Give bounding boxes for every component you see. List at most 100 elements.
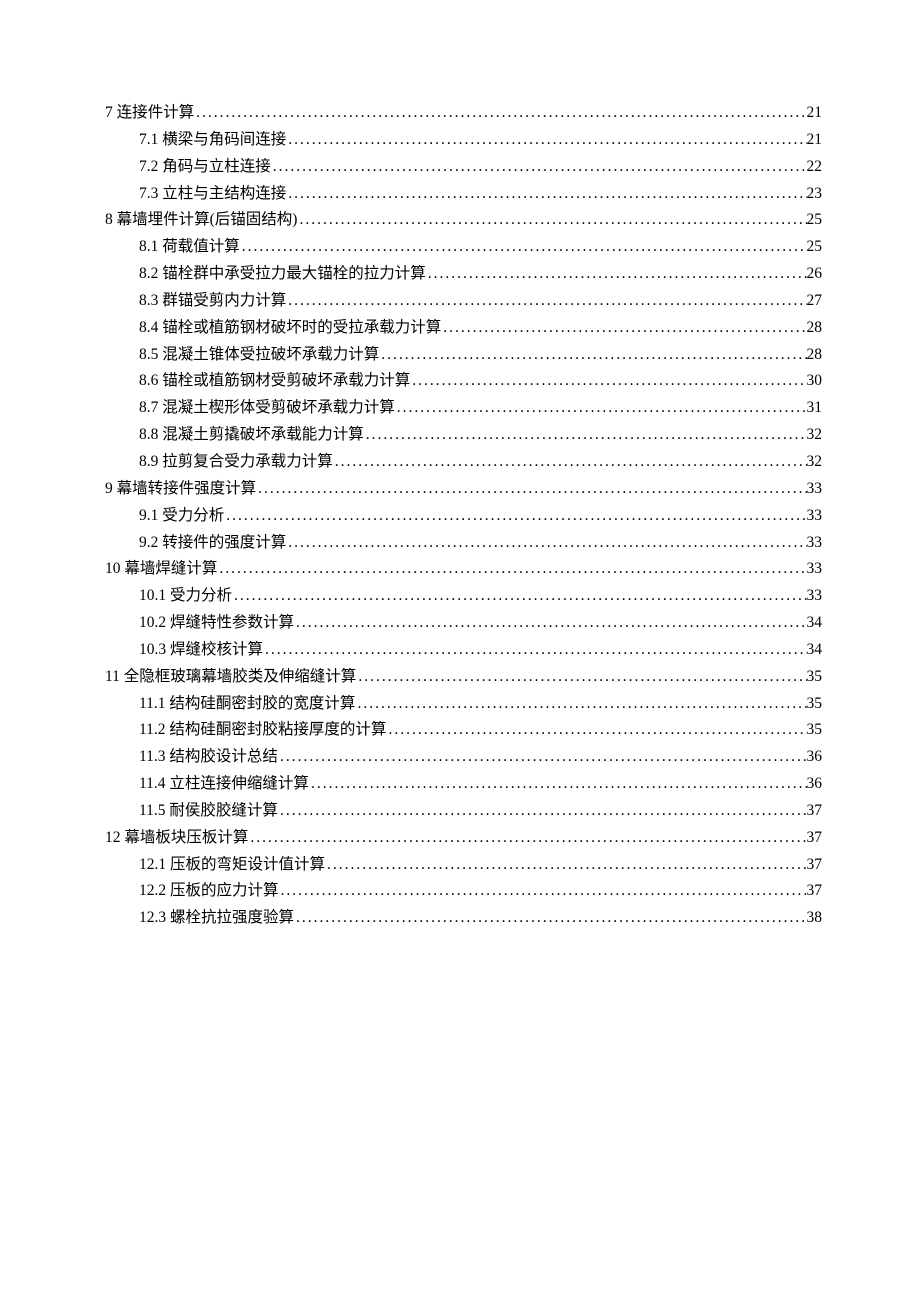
toc-dot-leader bbox=[286, 530, 806, 556]
toc-entry[interactable]: 8.7 混凝土楔形体受剪破坏承载力计算31 bbox=[105, 395, 822, 421]
toc-entry-label: 12 幕墙板块压板计算 bbox=[105, 825, 248, 851]
toc-entry[interactable]: 7.3 立柱与主结构连接23 bbox=[105, 181, 822, 207]
toc-entry[interactable]: 10 幕墙焊缝计算 33 bbox=[105, 556, 822, 582]
toc-entry-page: 32 bbox=[807, 422, 823, 448]
toc-entry-page: 26 bbox=[807, 261, 823, 287]
toc-entry-label: 8.9 拉剪复合受力承载力计算 bbox=[139, 449, 333, 475]
toc-entry[interactable]: 11.3 结构胶设计总结 36 bbox=[105, 744, 822, 770]
toc-entry-page: 37 bbox=[807, 878, 823, 904]
toc-entry[interactable]: 7 连接件计算21 bbox=[105, 100, 822, 126]
toc-entry-page: 23 bbox=[807, 181, 823, 207]
toc-dot-leader bbox=[294, 905, 806, 931]
toc-entry-label: 10.3 焊缝校核计算 bbox=[139, 637, 263, 663]
toc-entry[interactable]: 11 全隐框玻璃幕墙胶类及伸缩缝计算35 bbox=[105, 664, 822, 690]
table-of-contents: 7 连接件计算217.1 横梁与角码间连接217.2 角码与立柱连接227.3 … bbox=[105, 100, 822, 932]
toc-entry[interactable]: 9.1 受力分析 33 bbox=[105, 503, 822, 529]
toc-entry-page: 27 bbox=[807, 288, 823, 314]
toc-entry[interactable]: 12.3 螺栓抗拉强度验算38 bbox=[105, 905, 822, 931]
toc-entry-page: 25 bbox=[807, 207, 823, 233]
toc-entry[interactable]: 8 幕墙埋件计算(后锚固结构)25 bbox=[105, 207, 822, 233]
toc-entry-page: 28 bbox=[807, 342, 823, 368]
toc-entry-label: 9.1 受力分析 bbox=[139, 503, 224, 529]
toc-entry-label: 9 幕墙转接件强度计算 bbox=[105, 476, 256, 502]
toc-dot-leader bbox=[395, 395, 807, 421]
toc-entry[interactable]: 8.9 拉剪复合受力承载力计算 32 bbox=[105, 449, 822, 475]
toc-entry-page: 33 bbox=[807, 503, 823, 529]
toc-dot-leader bbox=[278, 798, 807, 824]
toc-dot-leader bbox=[279, 878, 807, 904]
toc-dot-leader bbox=[441, 315, 806, 341]
toc-entry-page: 33 bbox=[807, 556, 823, 582]
toc-entry[interactable]: 12.2 压板的应力计算37 bbox=[105, 878, 822, 904]
toc-entry-label: 11.5 耐侯胶胶缝计算 bbox=[139, 798, 278, 824]
toc-entry[interactable]: 10.2 焊缝特性参数计算34 bbox=[105, 610, 822, 636]
toc-entry[interactable]: 8.5 混凝土锥体受拉破坏承载力计算 28 bbox=[105, 342, 822, 368]
toc-entry-label: 10.2 焊缝特性参数计算 bbox=[139, 610, 294, 636]
toc-entry-label: 9.2 转接件的强度计算 bbox=[139, 530, 286, 556]
toc-entry-label: 12.1 压板的弯矩设计值计算 bbox=[139, 852, 325, 878]
toc-dot-leader bbox=[286, 181, 806, 207]
toc-entry[interactable]: 8.6 锚栓或植筋钢材受剪破坏承载力计算 30 bbox=[105, 368, 822, 394]
toc-entry-label: 8.4 锚栓或植筋钢材破坏时的受拉承载力计算 bbox=[139, 315, 441, 341]
toc-entry[interactable]: 8.3 群锚受剪内力计算27 bbox=[105, 288, 822, 314]
toc-entry-page: 37 bbox=[807, 798, 823, 824]
toc-entry-page: 33 bbox=[807, 530, 823, 556]
toc-entry-label: 11.2 结构硅酮密封胶粘接厚度的计算 bbox=[139, 717, 386, 743]
toc-entry-label: 8.2 锚栓群中承受拉力最大锚栓的拉力计算 bbox=[139, 261, 426, 287]
toc-entry-page: 37 bbox=[807, 852, 823, 878]
toc-dot-leader bbox=[217, 556, 806, 582]
toc-entry-label: 12.3 螺栓抗拉强度验算 bbox=[139, 905, 294, 931]
toc-entry[interactable]: 7.2 角码与立柱连接22 bbox=[105, 154, 822, 180]
toc-dot-leader bbox=[355, 691, 806, 717]
toc-entry-page: 28 bbox=[807, 315, 823, 341]
toc-entry[interactable]: 12 幕墙板块压板计算 37 bbox=[105, 825, 822, 851]
toc-dot-leader bbox=[333, 449, 807, 475]
toc-dot-leader bbox=[256, 476, 806, 502]
toc-entry-page: 22 bbox=[807, 154, 823, 180]
toc-entry-page: 36 bbox=[807, 771, 823, 797]
toc-entry-label: 11 全隐框玻璃幕墙胶类及伸缩缝计算 bbox=[105, 664, 356, 690]
toc-entry[interactable]: 8.1 荷载值计算 25 bbox=[105, 234, 822, 260]
toc-dot-leader bbox=[309, 771, 807, 797]
toc-entry[interactable]: 7.1 横梁与角码间连接21 bbox=[105, 127, 822, 153]
toc-entry-page: 33 bbox=[807, 583, 823, 609]
toc-entry-page: 25 bbox=[807, 234, 823, 260]
toc-dot-leader bbox=[364, 422, 807, 448]
toc-entry[interactable]: 10.1 受力分析33 bbox=[105, 583, 822, 609]
toc-entry[interactable]: 12.1 压板的弯矩设计值计算 37 bbox=[105, 852, 822, 878]
toc-dot-leader bbox=[194, 100, 806, 126]
toc-entry[interactable]: 8.2 锚栓群中承受拉力最大锚栓的拉力计算 26 bbox=[105, 261, 822, 287]
toc-entry-label: 8.6 锚栓或植筋钢材受剪破坏承载力计算 bbox=[139, 368, 410, 394]
toc-entry[interactable]: 9.2 转接件的强度计算 33 bbox=[105, 530, 822, 556]
toc-entry-label: 8.5 混凝土锥体受拉破坏承载力计算 bbox=[139, 342, 379, 368]
toc-entry-page: 33 bbox=[807, 476, 823, 502]
toc-entry[interactable]: 11.1 结构硅酮密封胶的宽度计算 35 bbox=[105, 691, 822, 717]
toc-dot-leader bbox=[426, 261, 807, 287]
toc-entry-page: 21 bbox=[807, 100, 823, 126]
toc-entry[interactable]: 8.4 锚栓或植筋钢材破坏时的受拉承载力计算 28 bbox=[105, 315, 822, 341]
toc-entry-label: 11.1 结构硅酮密封胶的宽度计算 bbox=[139, 691, 355, 717]
toc-entry-page: 31 bbox=[807, 395, 823, 421]
toc-dot-leader bbox=[325, 852, 806, 878]
toc-entry-page: 30 bbox=[807, 368, 823, 394]
toc-entry-page: 32 bbox=[807, 449, 823, 475]
toc-entry[interactable]: 11.2 结构硅酮密封胶粘接厚度的计算35 bbox=[105, 717, 822, 743]
toc-entry[interactable]: 11.4 立柱连接伸缩缝计算 36 bbox=[105, 771, 822, 797]
toc-dot-leader bbox=[224, 503, 806, 529]
toc-entry[interactable]: 10.3 焊缝校核计算34 bbox=[105, 637, 822, 663]
toc-dot-leader bbox=[286, 127, 806, 153]
toc-dot-leader bbox=[271, 154, 807, 180]
toc-entry[interactable]: 9 幕墙转接件强度计算 33 bbox=[105, 476, 822, 502]
toc-entry-page: 37 bbox=[807, 825, 823, 851]
toc-entry-page: 36 bbox=[807, 744, 823, 770]
toc-entry-label: 7.1 横梁与角码间连接 bbox=[139, 127, 286, 153]
toc-entry-label: 8.1 荷载值计算 bbox=[139, 234, 240, 260]
toc-entry-label: 11.4 立柱连接伸缩缝计算 bbox=[139, 771, 309, 797]
toc-dot-leader bbox=[248, 825, 806, 851]
toc-entry[interactable]: 11.5 耐侯胶胶缝计算 37 bbox=[105, 798, 822, 824]
toc-dot-leader bbox=[286, 288, 806, 314]
toc-entry-label: 11.3 结构胶设计总结 bbox=[139, 744, 278, 770]
toc-entry-page: 35 bbox=[807, 691, 823, 717]
toc-entry[interactable]: 8.8 混凝土剪撬破坏承载能力计算32 bbox=[105, 422, 822, 448]
toc-entry-label: 10 幕墙焊缝计算 bbox=[105, 556, 217, 582]
